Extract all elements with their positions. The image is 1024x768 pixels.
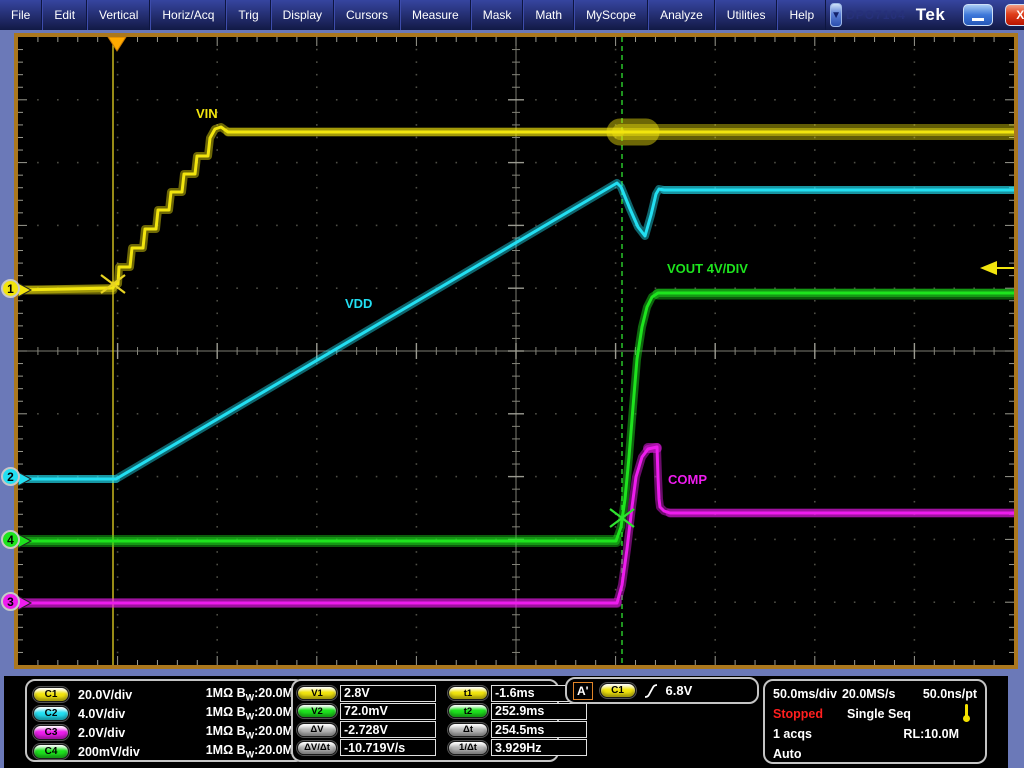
channel-scale: 4.0V/div [78,707,125,721]
menu-trig[interactable]: Trig [226,0,270,30]
cursor-pill-v2[interactable]: V2 [297,704,337,718]
menu-edit[interactable]: Edit [42,0,87,30]
channel-row-c2: C2 4.0V/div 1MΩ BW:20.0M [33,704,297,723]
cursor-value-t2: 252.9ms [491,703,587,720]
channel-impedance-bw: 1MΩ BW:20.0M [206,724,293,741]
scope-screen: VIN VDD VOUT 4V/DIV COMP 1 2 4 3 C1 20.0V/div 1M… [0,30,1024,768]
channel-marker-4[interactable]: 4 [1,530,20,549]
trigger-flag: A' [573,682,593,700]
cursor-value-t: 254.5ms [491,721,587,738]
menu-display[interactable]: Display [271,0,334,30]
menu-vertical[interactable]: Vertical [87,0,150,30]
channel-pill-c2[interactable]: C2 [33,706,69,721]
menu-cursors[interactable]: Cursors [334,0,400,30]
menu-items: FileEditVerticalHoriz/AcqTrigDisplayCurs… [0,0,826,30]
channel-impedance-bw: 1MΩ BW:20.0M [206,705,293,722]
cursor-value-1t: 3.929Hz [491,739,587,756]
channel-settings-panel: C1 20.0V/div 1MΩ BW:20.0M C2 4.0V/div 1MΩ BW:… [25,679,305,762]
record-length: RL:10.0M [903,727,959,741]
trace-label-vin: VIN [196,106,218,121]
menu-measure[interactable]: Measure [400,0,471,30]
trigger-readout-panel: A' C1 6.8V [565,677,759,704]
horizontal-acq-panel: 50.0ms/div 20.0MS/s 50.0ns/pt Stopped Si… [763,679,987,764]
cursor-value-v: -2.728V [340,721,436,738]
trigger-level-value: 6.8V [666,683,693,698]
menu-file[interactable]: File [0,0,42,30]
cursor-pill-v[interactable]: ΔV [297,723,337,737]
menu-overflow-button[interactable]: ▼ [830,3,842,27]
menu-mask[interactable]: Mask [471,0,524,30]
trigger-position-marker[interactable] [108,37,126,51]
channel-scale: 200mV/div [78,745,140,759]
channel-pill-c1[interactable]: C1 [33,687,69,702]
menu-math[interactable]: Math [523,0,574,30]
menu-horiz-acq[interactable]: Horiz/Acq [150,0,226,30]
channel-impedance-bw: 1MΩ BW:20.0M [206,686,293,703]
channel-ref-arrow-1[interactable] [18,283,31,297]
tek-logo: Tek [916,5,946,25]
trace-label-vdd: VDD [345,296,372,311]
channel-marker-3[interactable]: 3 [1,592,20,611]
menu-help[interactable]: Help [777,0,826,30]
minimize-button[interactable] [963,4,993,26]
waveform-graticule[interactable]: VIN VDD VOUT 4V/DIV COMP [14,33,1018,669]
chevron-down-icon: ▼ [831,10,841,21]
cursor-readout-panel: V1 V2 ΔV ΔV/Δt 2.8V72.0mV-2.728V-10.719V/s t… [291,679,559,762]
channel-pill-c4[interactable]: C4 [33,744,69,759]
channel-scale: 20.0V/div [78,688,132,702]
channel-ref-arrow-2[interactable] [18,472,31,486]
cursor-pill-vt[interactable]: ΔV/Δt [297,741,337,755]
close-icon: X [1016,8,1024,22]
trace-label-vout: VOUT 4V/DIV [667,261,748,276]
trigger-mode: Auto [773,747,801,761]
title-menu-bar: FileEditVerticalHoriz/AcqTrigDisplayCurs… [0,0,1024,30]
cursor-value-v1: 2.8V [340,685,436,702]
minimize-icon [972,18,984,21]
channel-pill-c3[interactable]: C3 [33,725,69,740]
acq-status: Stopped [773,707,823,721]
acq-count: 1 acqs [773,727,812,741]
menu-analyze[interactable]: Analyze [648,0,715,30]
readout-bar: C1 20.0V/div 1MΩ BW:20.0M C2 4.0V/div 1MΩ BW:… [4,676,1008,768]
rising-edge-icon [643,683,659,699]
cursor-pill-v1[interactable]: V1 [297,686,337,700]
close-button[interactable]: X [1005,4,1024,26]
model-label: DPO7104 [846,8,906,22]
cursor-pill-1t[interactable]: 1/Δt [448,741,488,755]
cursor-pill-t2[interactable]: t2 [448,704,488,718]
acq-mode: Single Seq [847,707,911,721]
trigger-source-pill[interactable]: C1 [600,683,636,698]
cursor-value-v2: 72.0mV [340,703,436,720]
trace-label-comp: COMP [668,472,707,487]
channel-scale: 2.0V/div [78,726,125,740]
channel-marker-1[interactable]: 1 [1,279,20,298]
waveform-display[interactable]: VIN VDD VOUT 4V/DIV COMP [18,37,1014,665]
menu-utilities[interactable]: Utilities [715,0,778,30]
cursor-pill-t[interactable]: Δt [448,723,488,737]
channel-marker-2[interactable]: 2 [1,467,20,486]
timebase-scale: 50.0ms/div [773,687,837,701]
menu-myscope[interactable]: MyScope [574,0,648,30]
sample-rate: 20.0MS/s [842,687,896,701]
cursor-value-vt: -10.719V/s [340,739,436,756]
channel-impedance-bw: 1MΩ BW:20.0M [206,743,293,760]
channel-row-c3: C3 2.0V/div 1MΩ BW:20.0M [33,723,297,742]
cursor-pill-t1[interactable]: t1 [448,686,488,700]
channel-row-c4: C4 200mV/div 1MΩ BW:20.0M [33,742,297,761]
sample-resolution: 50.0ns/pt [923,687,977,701]
thermometer-icon [962,704,971,724]
channel-row-c1: C1 20.0V/div 1MΩ BW:20.0M [33,685,297,704]
trigger-level-arrow[interactable] [980,261,997,275]
